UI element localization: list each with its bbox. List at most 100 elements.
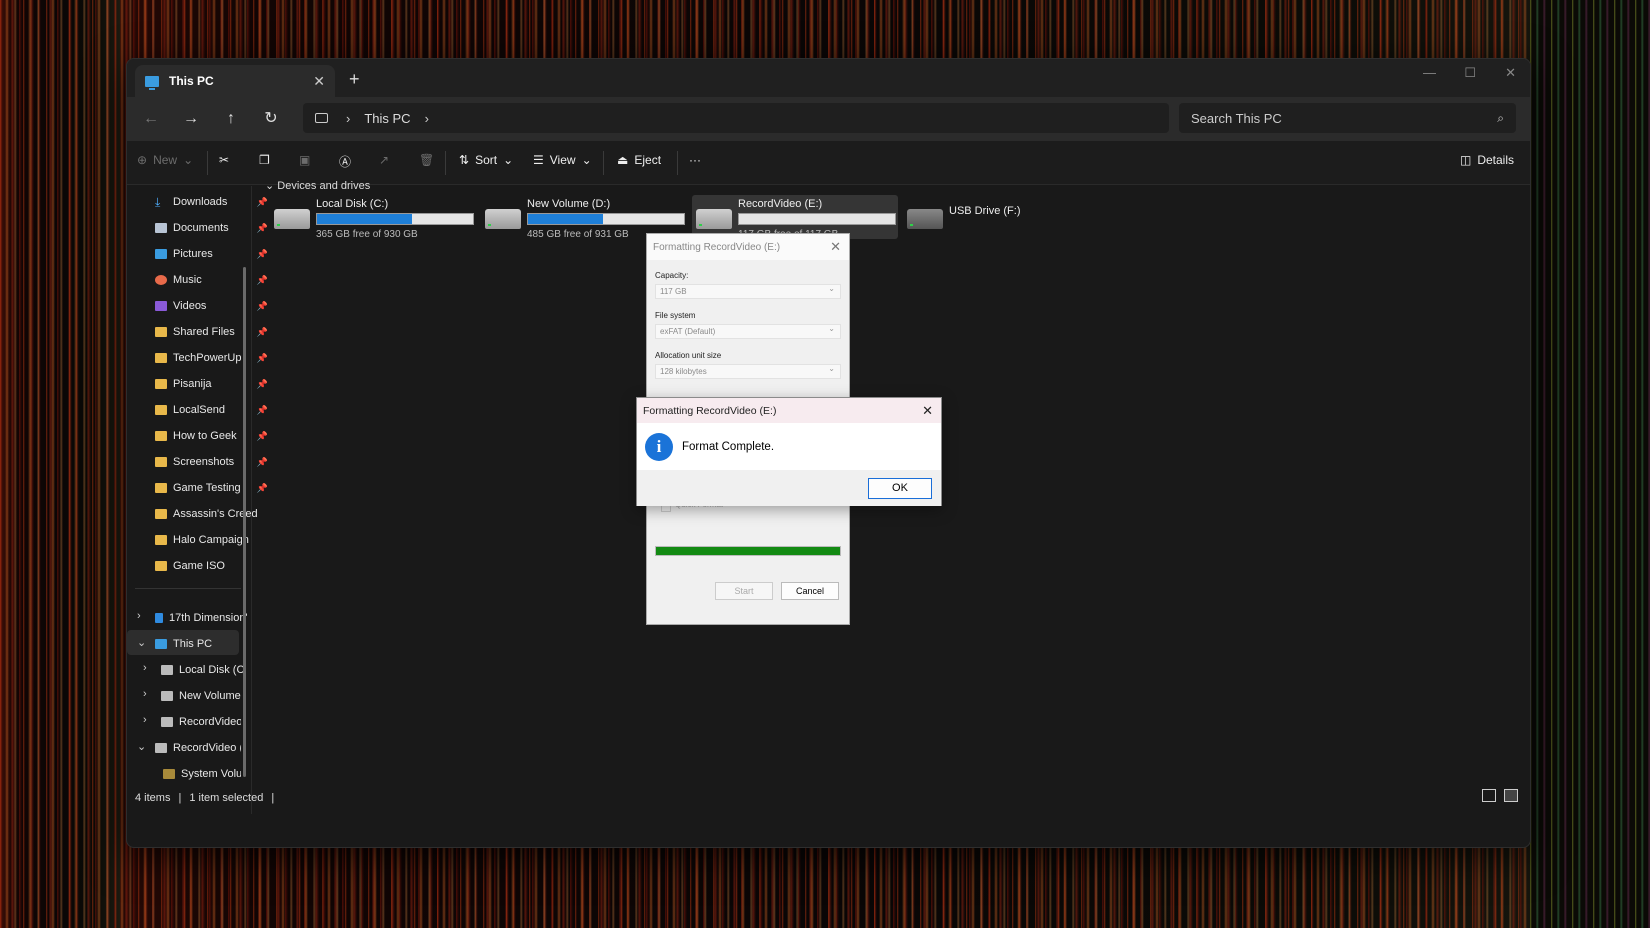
- windows-drive-icon: [274, 209, 310, 229]
- tree-item-17th-dimension[interactable]: 17th Dimension': [155, 606, 270, 630]
- sidebar-item-music[interactable]: Music 📌: [155, 268, 270, 292]
- eject-button[interactable]: ⏏ Eject: [617, 153, 661, 167]
- sidebar-scrollbar[interactable]: [243, 267, 246, 777]
- copy-button[interactable]: ❐: [259, 153, 270, 167]
- pane-splitter[interactable]: [251, 186, 252, 814]
- sidebar-item-pisanija[interactable]: Pisanija 📌: [155, 372, 270, 396]
- sidebar-item-videos[interactable]: Videos 📌: [155, 294, 270, 318]
- share-button[interactable]: ↗: [379, 153, 389, 167]
- sidebar-item-localsend[interactable]: LocalSend 📌: [155, 398, 270, 422]
- music-icon: [155, 275, 167, 285]
- pin-icon: 📌: [256, 248, 268, 259]
- start-button[interactable]: Start: [715, 582, 773, 600]
- back-button[interactable]: ←: [139, 107, 163, 131]
- close-icon[interactable]: ✕: [922, 403, 933, 419]
- sidebar-item-label: Pisanija: [173, 378, 212, 390]
- close-icon[interactable]: ✕: [830, 239, 841, 255]
- address-bar[interactable]: › This PC ›: [303, 103, 1169, 133]
- tiles-view-icon[interactable]: [1504, 789, 1518, 802]
- picture-icon: [155, 249, 167, 259]
- status-divider: |: [271, 792, 275, 804]
- sidebar-item-label: Shared Files: [173, 326, 235, 338]
- tree-item-local-disk-c[interactable]: Local Disk (C:): [161, 658, 243, 682]
- sidebar-item-assassins-creed[interactable]: Assassin's Creed: [155, 502, 270, 526]
- new-tab-button[interactable]: +: [349, 69, 360, 90]
- monitor-icon: [315, 113, 328, 123]
- drive-usage-bar: [316, 213, 474, 225]
- divider: [445, 151, 446, 175]
- title-bar: This PC ✕ + — ☐ ✕: [127, 59, 1530, 97]
- sidebar-item-label: Music: [173, 274, 202, 286]
- chevron-right-icon[interactable]: ›: [143, 714, 147, 726]
- sidebar-item-techpowerup[interactable]: TechPowerUp 📌: [155, 346, 270, 370]
- up-button[interactable]: ↑: [219, 107, 243, 131]
- more-options-button[interactable]: ···: [689, 153, 701, 167]
- sidebar-item-game-iso[interactable]: Game ISO: [155, 554, 270, 578]
- tree-item-system-volume[interactable]: System Volume Information: [163, 762, 241, 786]
- sidebar-item-game-testing[interactable]: Game Testing 📌: [155, 476, 270, 500]
- drive-tile-c[interactable]: Local Disk (C:) 365 GB free of 930 GB: [270, 195, 476, 240]
- sort-button[interactable]: ⇅ Sort ⌄: [459, 153, 513, 167]
- chevron-right-icon[interactable]: ›: [137, 610, 141, 622]
- sidebar-item-how-to-geek[interactable]: How to Geek 📌: [155, 424, 270, 448]
- tab-title: This PC: [169, 74, 214, 88]
- tree-item-new-volume-d[interactable]: New Volume (D:): [161, 684, 241, 708]
- allocation-label: Allocation unit size: [655, 351, 722, 360]
- phone-icon: [155, 613, 163, 623]
- sidebar-item-shared-files[interactable]: Shared Files 📌: [155, 320, 270, 344]
- pin-icon: 📌: [256, 274, 268, 285]
- tree-item-recordvideo-e-expanded[interactable]: RecordVideo (E:): [155, 736, 241, 760]
- search-box[interactable]: Search This PC ⌕: [1179, 103, 1516, 133]
- chevron-right-icon[interactable]: ›: [346, 111, 350, 126]
- pin-icon: 📌: [256, 404, 268, 415]
- breadcrumb-this-pc[interactable]: This PC: [364, 111, 410, 126]
- chevron-right-icon[interactable]: ›: [143, 688, 147, 700]
- new-button[interactable]: ⊕ New ⌄: [137, 153, 193, 167]
- trash-icon: 🗑: [419, 153, 435, 167]
- item-count: 4 items: [135, 792, 171, 804]
- paste-button[interactable]: ▣: [299, 153, 310, 167]
- sidebar-item-documents[interactable]: Documents 📌: [155, 216, 270, 240]
- details-button[interactable]: ◫ Details: [1460, 153, 1514, 167]
- chevron-right-icon[interactable]: ›: [143, 662, 147, 674]
- drive-tile-f[interactable]: USB Drive (F:): [903, 195, 1063, 239]
- sidebar-item-screenshots[interactable]: Screenshots 📌: [155, 450, 270, 474]
- refresh-button[interactable]: ↻: [259, 107, 283, 131]
- allocation-select[interactable]: 128 kilobytes: [655, 364, 841, 379]
- details-view-icon[interactable]: [1482, 789, 1496, 802]
- sidebar-item-label: How to Geek: [173, 430, 237, 442]
- close-window-button[interactable]: ✕: [1505, 65, 1516, 81]
- minimize-button[interactable]: —: [1423, 65, 1436, 80]
- drive-usage-fill: [317, 214, 413, 224]
- sidebar-item-pictures[interactable]: Pictures 📌: [155, 242, 270, 266]
- sidebar-item-label: Documents: [173, 222, 229, 234]
- group-header-devices[interactable]: ⌄ Devices and drives: [265, 179, 370, 192]
- view-button[interactable]: ☰ View ⌄: [533, 153, 592, 167]
- chevron-down-icon: ⌄: [581, 153, 592, 167]
- tab-close-icon[interactable]: ✕: [313, 73, 325, 90]
- chevron-down-icon[interactable]: ⌄: [137, 740, 146, 753]
- cut-button[interactable]: ✂: [219, 153, 229, 167]
- tree-item-label: System Volume Information: [181, 768, 241, 780]
- search-input[interactable]: Search This PC: [1191, 111, 1282, 126]
- cancel-button[interactable]: Cancel: [781, 582, 839, 600]
- forward-button[interactable]: →: [179, 107, 203, 131]
- chevron-down-icon[interactable]: ⌄: [137, 636, 146, 649]
- navigation-pane: ⤓ Downloads 📌 Documents 📌 Pictures 📌 Mus…: [127, 186, 268, 814]
- capacity-select[interactable]: 117 GB: [655, 284, 841, 299]
- maximize-button[interactable]: ☐: [1464, 65, 1476, 81]
- drive-icon: [161, 717, 173, 727]
- tab-this-pc[interactable]: This PC ✕: [135, 65, 335, 97]
- sidebar-item-downloads[interactable]: ⤓ Downloads 📌: [155, 190, 270, 214]
- tree-item-recordvideo-e[interactable]: RecordVideo (E:): [161, 710, 241, 734]
- file-system-select[interactable]: exFAT (Default): [655, 324, 841, 339]
- tree-item-this-pc[interactable]: This PC: [155, 632, 270, 656]
- ok-button[interactable]: OK: [868, 478, 932, 499]
- delete-button[interactable]: 🗑: [419, 153, 434, 167]
- sidebar-item-label: Downloads: [173, 196, 228, 208]
- rename-button[interactable]: Ⓐ: [339, 153, 351, 170]
- chevron-right-icon[interactable]: ›: [425, 111, 429, 126]
- format-progress-fill: [656, 547, 840, 555]
- sidebar-item-halo-campaign[interactable]: Halo Campaign: [155, 528, 270, 552]
- pin-icon: 📌: [256, 378, 268, 389]
